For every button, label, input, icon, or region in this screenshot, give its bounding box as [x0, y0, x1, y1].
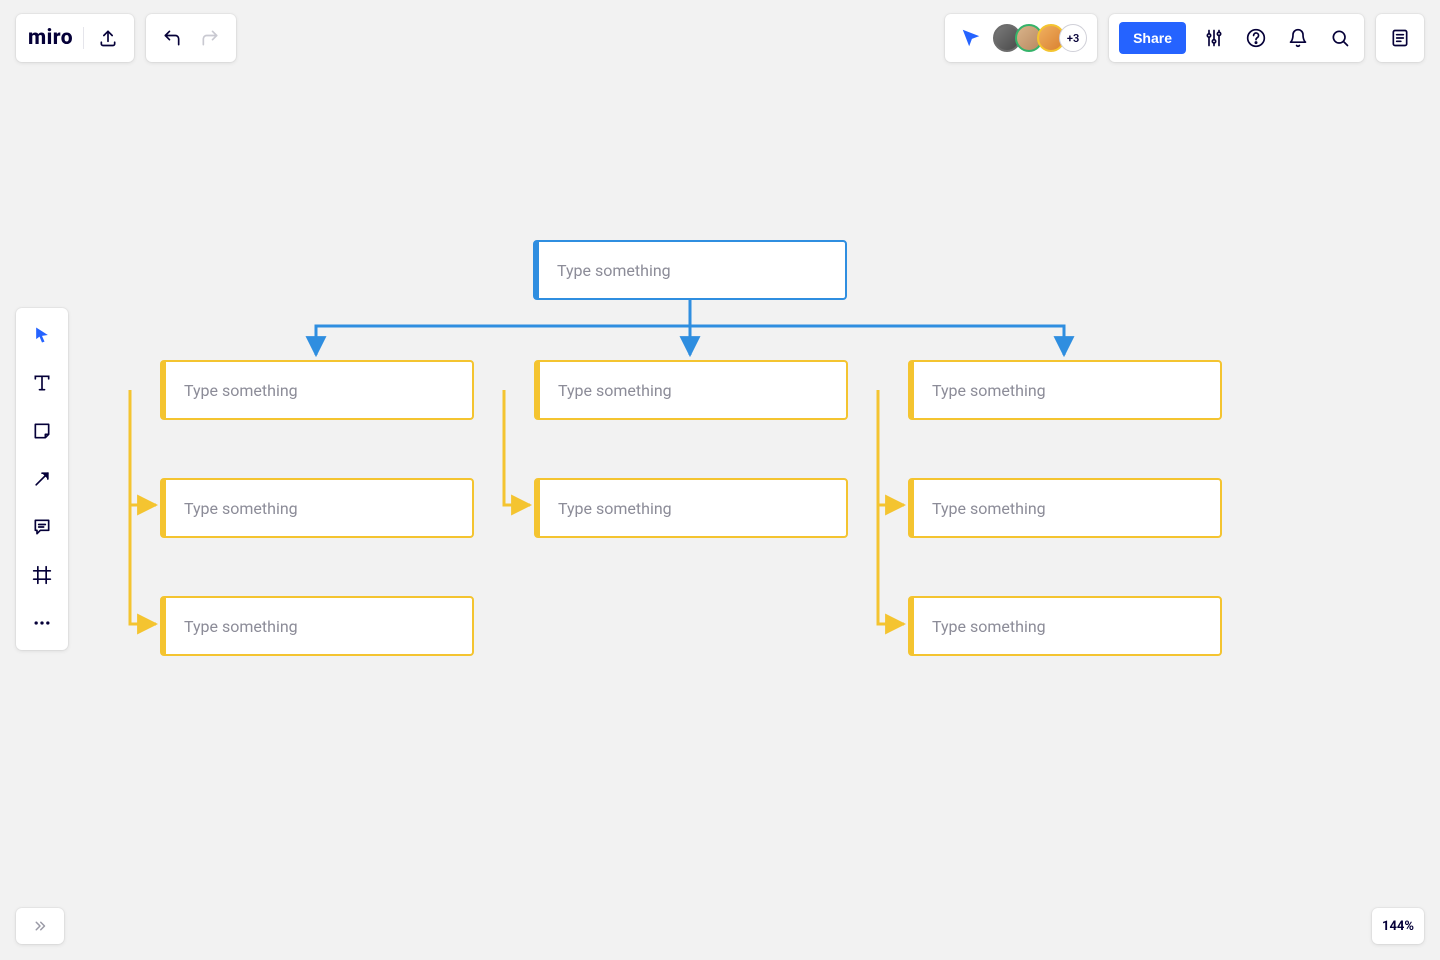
bell-icon: [1288, 28, 1308, 48]
child-node-3a[interactable]: Type something: [908, 360, 1222, 420]
comment-tool[interactable]: [25, 510, 59, 544]
export-icon: [98, 28, 118, 48]
cursor-icon: [32, 325, 52, 345]
side-toolbar: [16, 308, 68, 650]
redo-icon: [200, 28, 220, 48]
child-node-1c[interactable]: Type something: [160, 596, 474, 656]
child-node-2a[interactable]: Type something: [534, 360, 848, 420]
sticky-note-icon: [32, 421, 52, 441]
cursor-arrow-icon: [960, 27, 982, 49]
chevrons-right-icon: [31, 917, 49, 935]
avatar-overflow[interactable]: +3: [1059, 24, 1087, 52]
settings-button[interactable]: [1200, 24, 1228, 52]
text-icon: [32, 373, 52, 393]
activity-panel-button[interactable]: [1376, 14, 1424, 62]
share-button[interactable]: Share: [1119, 22, 1186, 54]
child-node-3c[interactable]: Type something: [908, 596, 1222, 656]
redo-button[interactable]: [196, 24, 224, 52]
select-tool[interactable]: [25, 318, 59, 352]
expand-panel-button[interactable]: [16, 908, 64, 944]
collaborator-avatars[interactable]: +3: [993, 24, 1087, 52]
sticky-note-tool[interactable]: [25, 414, 59, 448]
help-icon: [1246, 28, 1266, 48]
undo-icon: [162, 28, 182, 48]
child-node-2b[interactable]: Type something: [534, 478, 848, 538]
zoom-level[interactable]: 144%: [1372, 908, 1424, 944]
frame-icon: [32, 565, 52, 585]
connection-line-tool[interactable]: [25, 462, 59, 496]
more-horizontal-icon: [32, 613, 52, 633]
undo-button[interactable]: [158, 24, 186, 52]
comment-icon: [32, 517, 52, 537]
export-button[interactable]: [94, 24, 122, 52]
more-tools[interactable]: [25, 606, 59, 640]
divider: [83, 27, 84, 49]
arrow-diagonal-icon: [32, 469, 52, 489]
search-button[interactable]: [1326, 24, 1354, 52]
child-node-1b[interactable]: Type something: [160, 478, 474, 538]
frame-tool[interactable]: [25, 558, 59, 592]
child-node-1a[interactable]: Type something: [160, 360, 474, 420]
help-button[interactable]: [1242, 24, 1270, 52]
notes-icon: [1390, 28, 1410, 48]
app-logo[interactable]: miro: [28, 26, 73, 50]
notifications-button[interactable]: [1284, 24, 1312, 52]
child-node-3b[interactable]: Type something: [908, 478, 1222, 538]
text-tool[interactable]: [25, 366, 59, 400]
presentation-button[interactable]: [957, 24, 985, 52]
search-icon: [1330, 28, 1350, 48]
root-node[interactable]: Type something: [533, 240, 847, 300]
sliders-icon: [1204, 28, 1224, 48]
